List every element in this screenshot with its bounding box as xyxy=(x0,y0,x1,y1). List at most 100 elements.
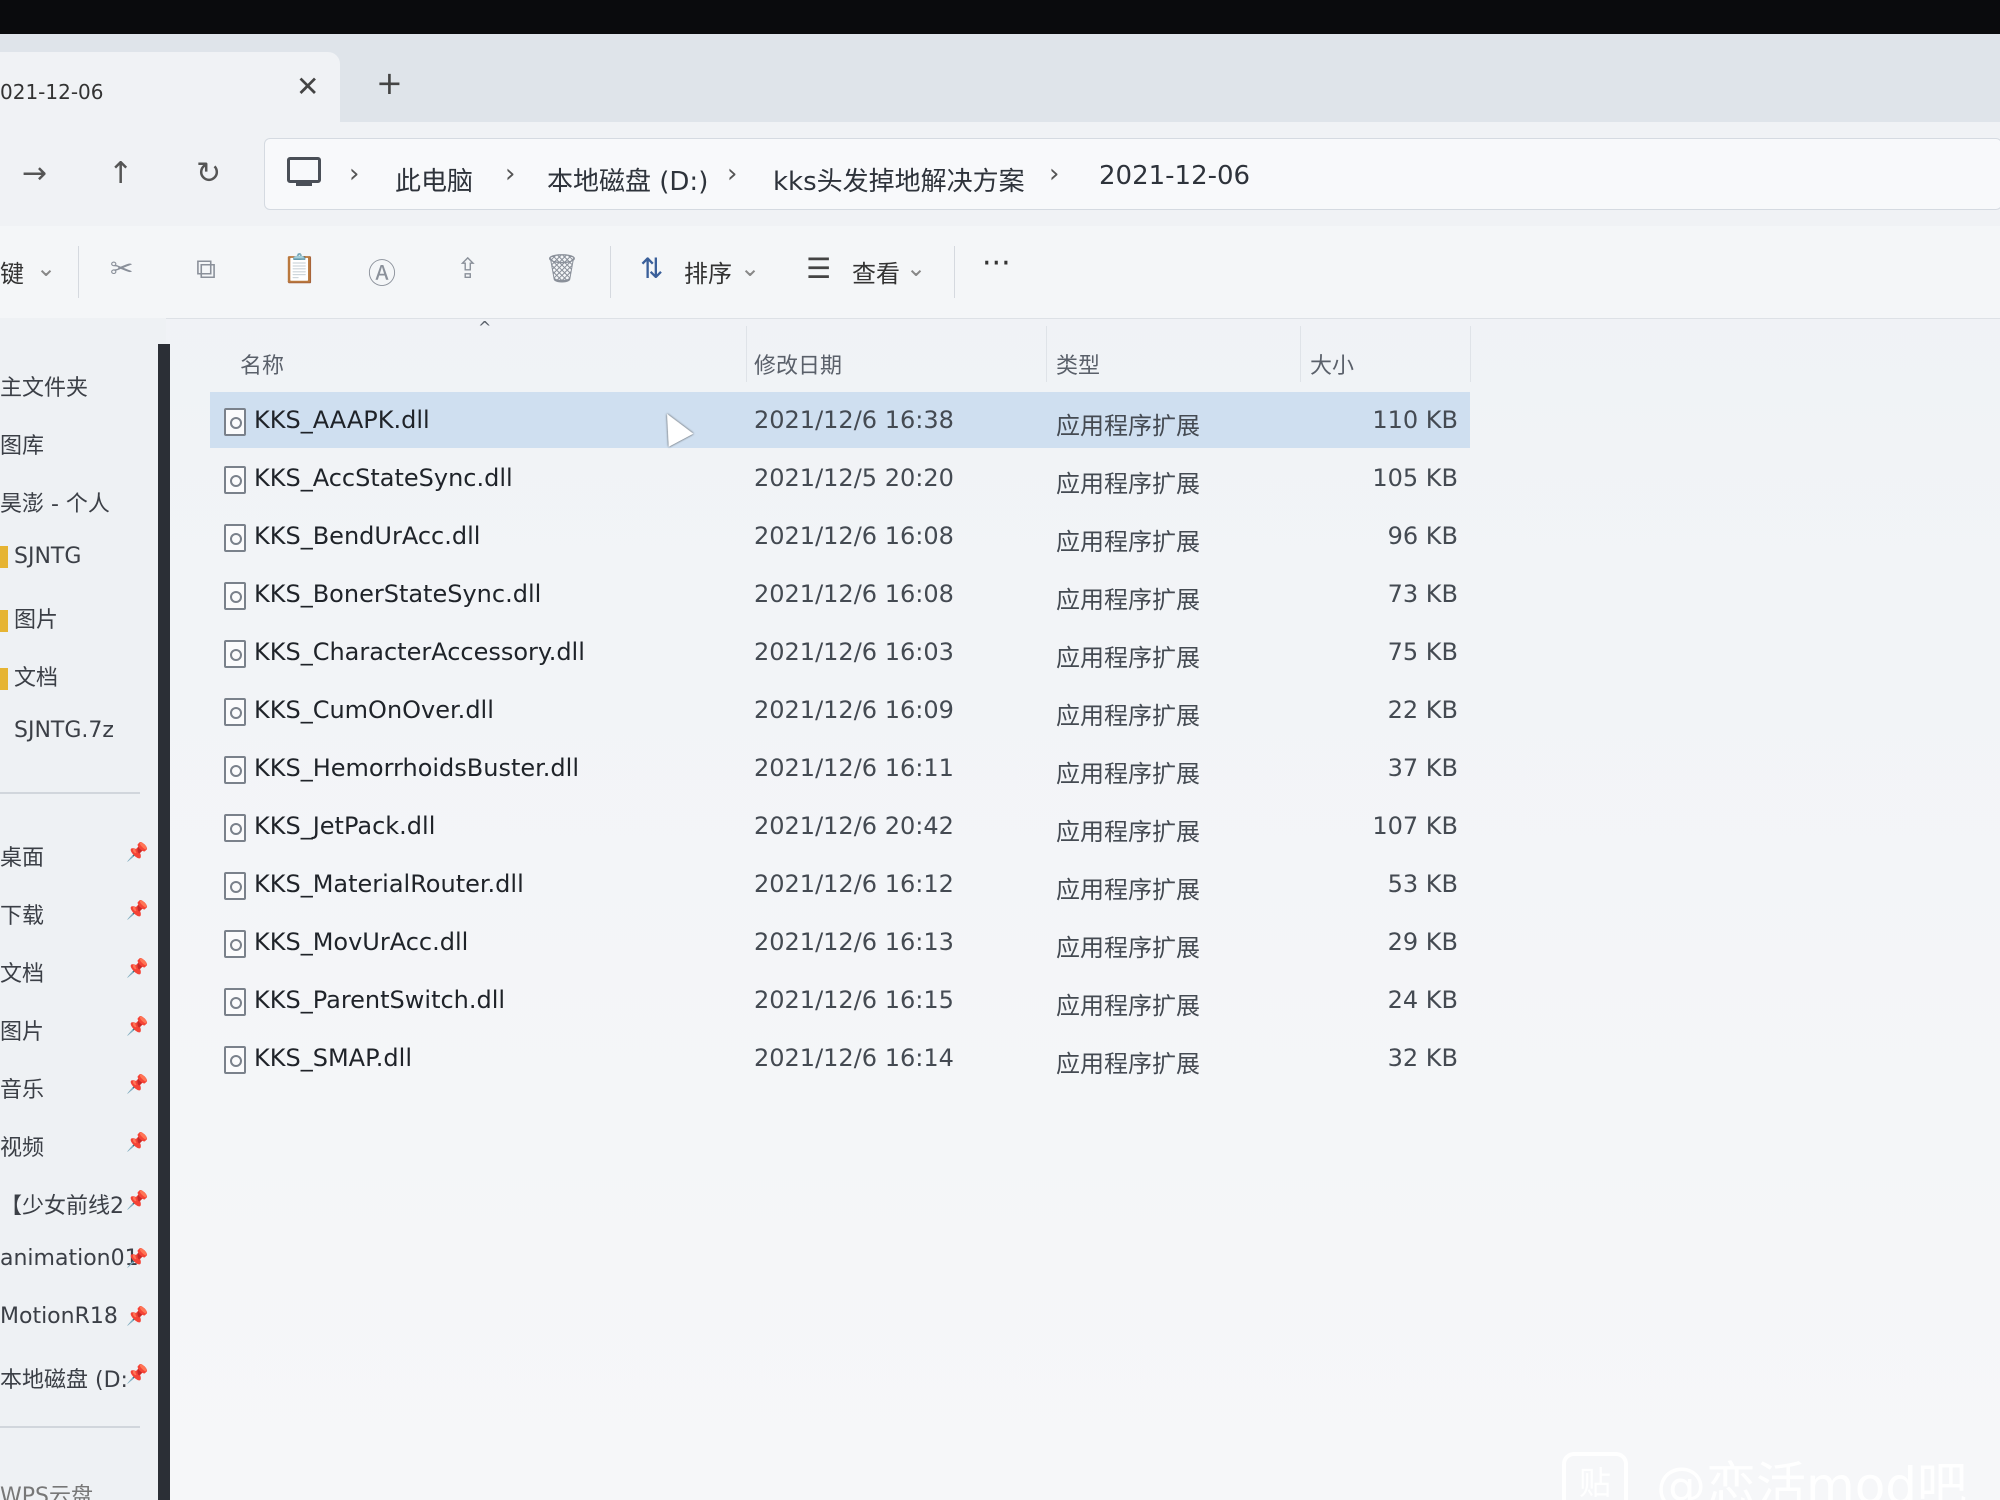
dll-file-icon xyxy=(224,466,246,494)
toolbar-divider xyxy=(78,246,79,298)
file-row[interactable]: KKS_SMAP.dll 2021/12/6 16:14 应用程序扩展 32 K… xyxy=(210,1030,1470,1086)
file-type: 应用程序扩展 xyxy=(1056,644,1200,672)
dll-file-icon xyxy=(224,814,246,842)
folder-icon xyxy=(0,546,8,568)
tieba-logo-icon: 贴 xyxy=(1562,1452,1628,1500)
file-row[interactable]: KKS_HemorrhoidsBuster.dll 2021/12/6 16:1… xyxy=(210,740,1470,796)
file-row[interactable]: KKS_MaterialRouter.dll 2021/12/6 16:12 应… xyxy=(210,856,1470,912)
column-header-type[interactable]: 类型 xyxy=(1056,348,1100,380)
new-tab-button[interactable]: + xyxy=(376,64,403,102)
sidebar-item-gallery[interactable]: 图库 xyxy=(0,428,44,460)
file-name: KKS_ParentSwitch.dll xyxy=(254,986,506,1014)
file-size: 105 KB xyxy=(1372,464,1458,492)
pin-icon: 📌 xyxy=(126,900,149,921)
view-button[interactable]: 查看 xyxy=(852,254,900,289)
refresh-icon[interactable]: ↻ xyxy=(196,156,221,191)
file-row[interactable]: KKS_AccStateSync.dll 2021/12/5 20:20 应用程… xyxy=(210,450,1470,506)
sidebar-item-pictures-pinned[interactable]: 图片 xyxy=(0,1014,44,1046)
breadcrumb-current[interactable]: 2021-12-06 xyxy=(1099,161,1250,191)
tab-bar: 021-12-06 ✕ + xyxy=(0,34,2000,122)
file-row[interactable]: KKS_MovUrAcc.dll 2021/12/6 16:13 应用程序扩展 … xyxy=(210,914,1470,970)
file-name: KKS_CumOnOver.dll xyxy=(254,696,494,724)
sidebar-item-motionr18[interactable]: MotionR18 xyxy=(0,1304,118,1329)
file-row[interactable]: KKS_CharacterAccessory.dll 2021/12/6 16:… xyxy=(210,624,1470,680)
column-divider[interactable] xyxy=(1046,326,1047,382)
file-modified: 2021/12/6 16:11 xyxy=(754,754,954,782)
sidebar-item-wps-cloud[interactable]: WPS云盘 xyxy=(0,1478,93,1500)
sidebar-item-home[interactable]: 主文件夹 xyxy=(0,370,88,402)
rename-icon[interactable]: Ⓐ xyxy=(368,252,396,292)
command-toolbar: 键 ⌄ ✂ ⧉ 📋 Ⓐ ⇪ 🗑 ⇅ 排序 ⌄ ☰ 查看 ⌄ ··· xyxy=(0,226,2000,319)
column-divider[interactable] xyxy=(1470,326,1471,382)
tab-2021-12-06[interactable]: 021-12-06 ✕ xyxy=(0,52,340,122)
sidebar-scrollbar[interactable] xyxy=(158,344,170,1500)
breadcrumb-folder[interactable]: kks头发掉地解决方案 xyxy=(773,161,1025,198)
breadcrumb-drive-d[interactable]: 本地磁盘 (D:) xyxy=(547,161,708,198)
delete-icon[interactable]: 🗑 xyxy=(544,252,580,285)
pin-icon: 📌 xyxy=(126,1364,149,1385)
sidebar-item-documents[interactable]: 文档 xyxy=(0,660,58,692)
dll-file-icon xyxy=(224,408,246,436)
sidebar-item-sjntg[interactable]: SJNTG xyxy=(0,544,81,569)
pin-icon: 📌 xyxy=(126,1190,149,1211)
more-options-button[interactable]: ··· xyxy=(982,246,1011,281)
toolbar-divider xyxy=(610,246,611,298)
column-divider[interactable] xyxy=(746,326,747,382)
file-size: 110 KB xyxy=(1372,406,1458,434)
sidebar-item-animation01[interactable]: animation01 xyxy=(0,1246,139,1271)
file-size: 53 KB xyxy=(1387,870,1458,898)
chevron-down-icon: ⌄ xyxy=(740,254,761,282)
copy-icon[interactable]: ⧉ xyxy=(196,252,216,286)
file-type: 应用程序扩展 xyxy=(1056,876,1200,904)
sort-button[interactable]: 排序 xyxy=(684,254,732,289)
sidebar-item-desktop[interactable]: 桌面 xyxy=(0,840,44,872)
sidebar-item-label: 文档 xyxy=(14,666,59,691)
file-modified: 2021/12/6 16:12 xyxy=(754,870,954,898)
file-row[interactable]: KKS_AAAPK.dll 2021/12/6 16:38 应用程序扩展 110… xyxy=(210,392,1470,448)
sort-icon: ⇅ xyxy=(640,252,664,285)
sidebar-item-videos[interactable]: 视频 xyxy=(0,1130,44,1162)
breadcrumb-this-pc[interactable]: 此电脑 xyxy=(395,161,473,198)
file-row[interactable]: KKS_ParentSwitch.dll 2021/12/6 16:15 应用程… xyxy=(210,972,1470,1028)
file-name: KKS_MaterialRouter.dll xyxy=(254,870,524,898)
cut-icon[interactable]: ✂ xyxy=(110,252,133,285)
sidebar-item-personal[interactable]: 昊澎 - 个人 xyxy=(0,486,110,518)
dll-file-icon xyxy=(224,698,246,726)
close-icon[interactable]: ✕ xyxy=(296,70,319,103)
share-icon[interactable]: ⇪ xyxy=(456,252,479,285)
sidebar-item-local-disk-d[interactable]: 本地磁盘 (D: xyxy=(0,1362,128,1394)
sidebar-item-documents-pinned[interactable]: 文档 xyxy=(0,956,44,988)
up-arrow-icon[interactable]: ↑ xyxy=(108,156,133,191)
new-button[interactable]: 键 xyxy=(0,254,24,289)
file-name: KKS_HemorrhoidsBuster.dll xyxy=(254,754,579,782)
sidebar-item-pictures[interactable]: 图片 xyxy=(0,602,58,634)
sidebar-item-music[interactable]: 音乐 xyxy=(0,1072,44,1104)
sidebar-item-sjntg-7z[interactable]: SJNTG.7z xyxy=(0,718,114,743)
column-header-modified[interactable]: 修改日期 xyxy=(754,348,842,380)
file-modified: 2021/12/6 16:15 xyxy=(754,986,954,1014)
file-row[interactable]: KKS_BendUrAcc.dll 2021/12/6 16:08 应用程序扩展… xyxy=(210,508,1470,564)
file-modified: 2021/12/6 16:08 xyxy=(754,522,954,550)
paste-icon[interactable]: 📋 xyxy=(282,252,317,285)
file-row[interactable]: KKS_BonerStateSync.dll 2021/12/6 16:08 应… xyxy=(210,566,1470,622)
dll-file-icon xyxy=(224,1046,246,1074)
file-row[interactable]: KKS_CumOnOver.dll 2021/12/6 16:09 应用程序扩展… xyxy=(210,682,1470,738)
pin-icon: 📌 xyxy=(126,1016,149,1037)
forward-arrow-icon[interactable]: → xyxy=(22,156,47,191)
file-size: 75 KB xyxy=(1387,638,1458,666)
file-size: 24 KB xyxy=(1387,986,1458,1014)
column-header-size[interactable]: 大小 xyxy=(1310,348,1354,380)
file-size: 107 KB xyxy=(1372,812,1458,840)
sidebar-item-girls-frontline[interactable]: 【少女前线2 xyxy=(0,1188,124,1220)
file-size: 29 KB xyxy=(1387,928,1458,956)
file-name: KKS_MovUrAcc.dll xyxy=(254,928,469,956)
sidebar-divider xyxy=(0,1426,140,1428)
file-explorer-window: 021-12-06 ✕ + → ↑ ↻ › 此电脑 › 本地磁盘 (D:) › … xyxy=(0,34,2000,1500)
file-row[interactable]: KKS_JetPack.dll 2021/12/6 20:42 应用程序扩展 1… xyxy=(210,798,1470,854)
column-header-name[interactable]: 名称 xyxy=(240,348,284,380)
file-name: KKS_AAAPK.dll xyxy=(254,406,430,434)
sidebar-item-downloads[interactable]: 下载 xyxy=(0,898,44,930)
address-bar[interactable]: › 此电脑 › 本地磁盘 (D:) › kks头发掉地解决方案 › 2021-1… xyxy=(264,138,2000,210)
file-modified: 2021/12/6 16:13 xyxy=(754,928,954,956)
column-divider[interactable] xyxy=(1300,326,1301,382)
